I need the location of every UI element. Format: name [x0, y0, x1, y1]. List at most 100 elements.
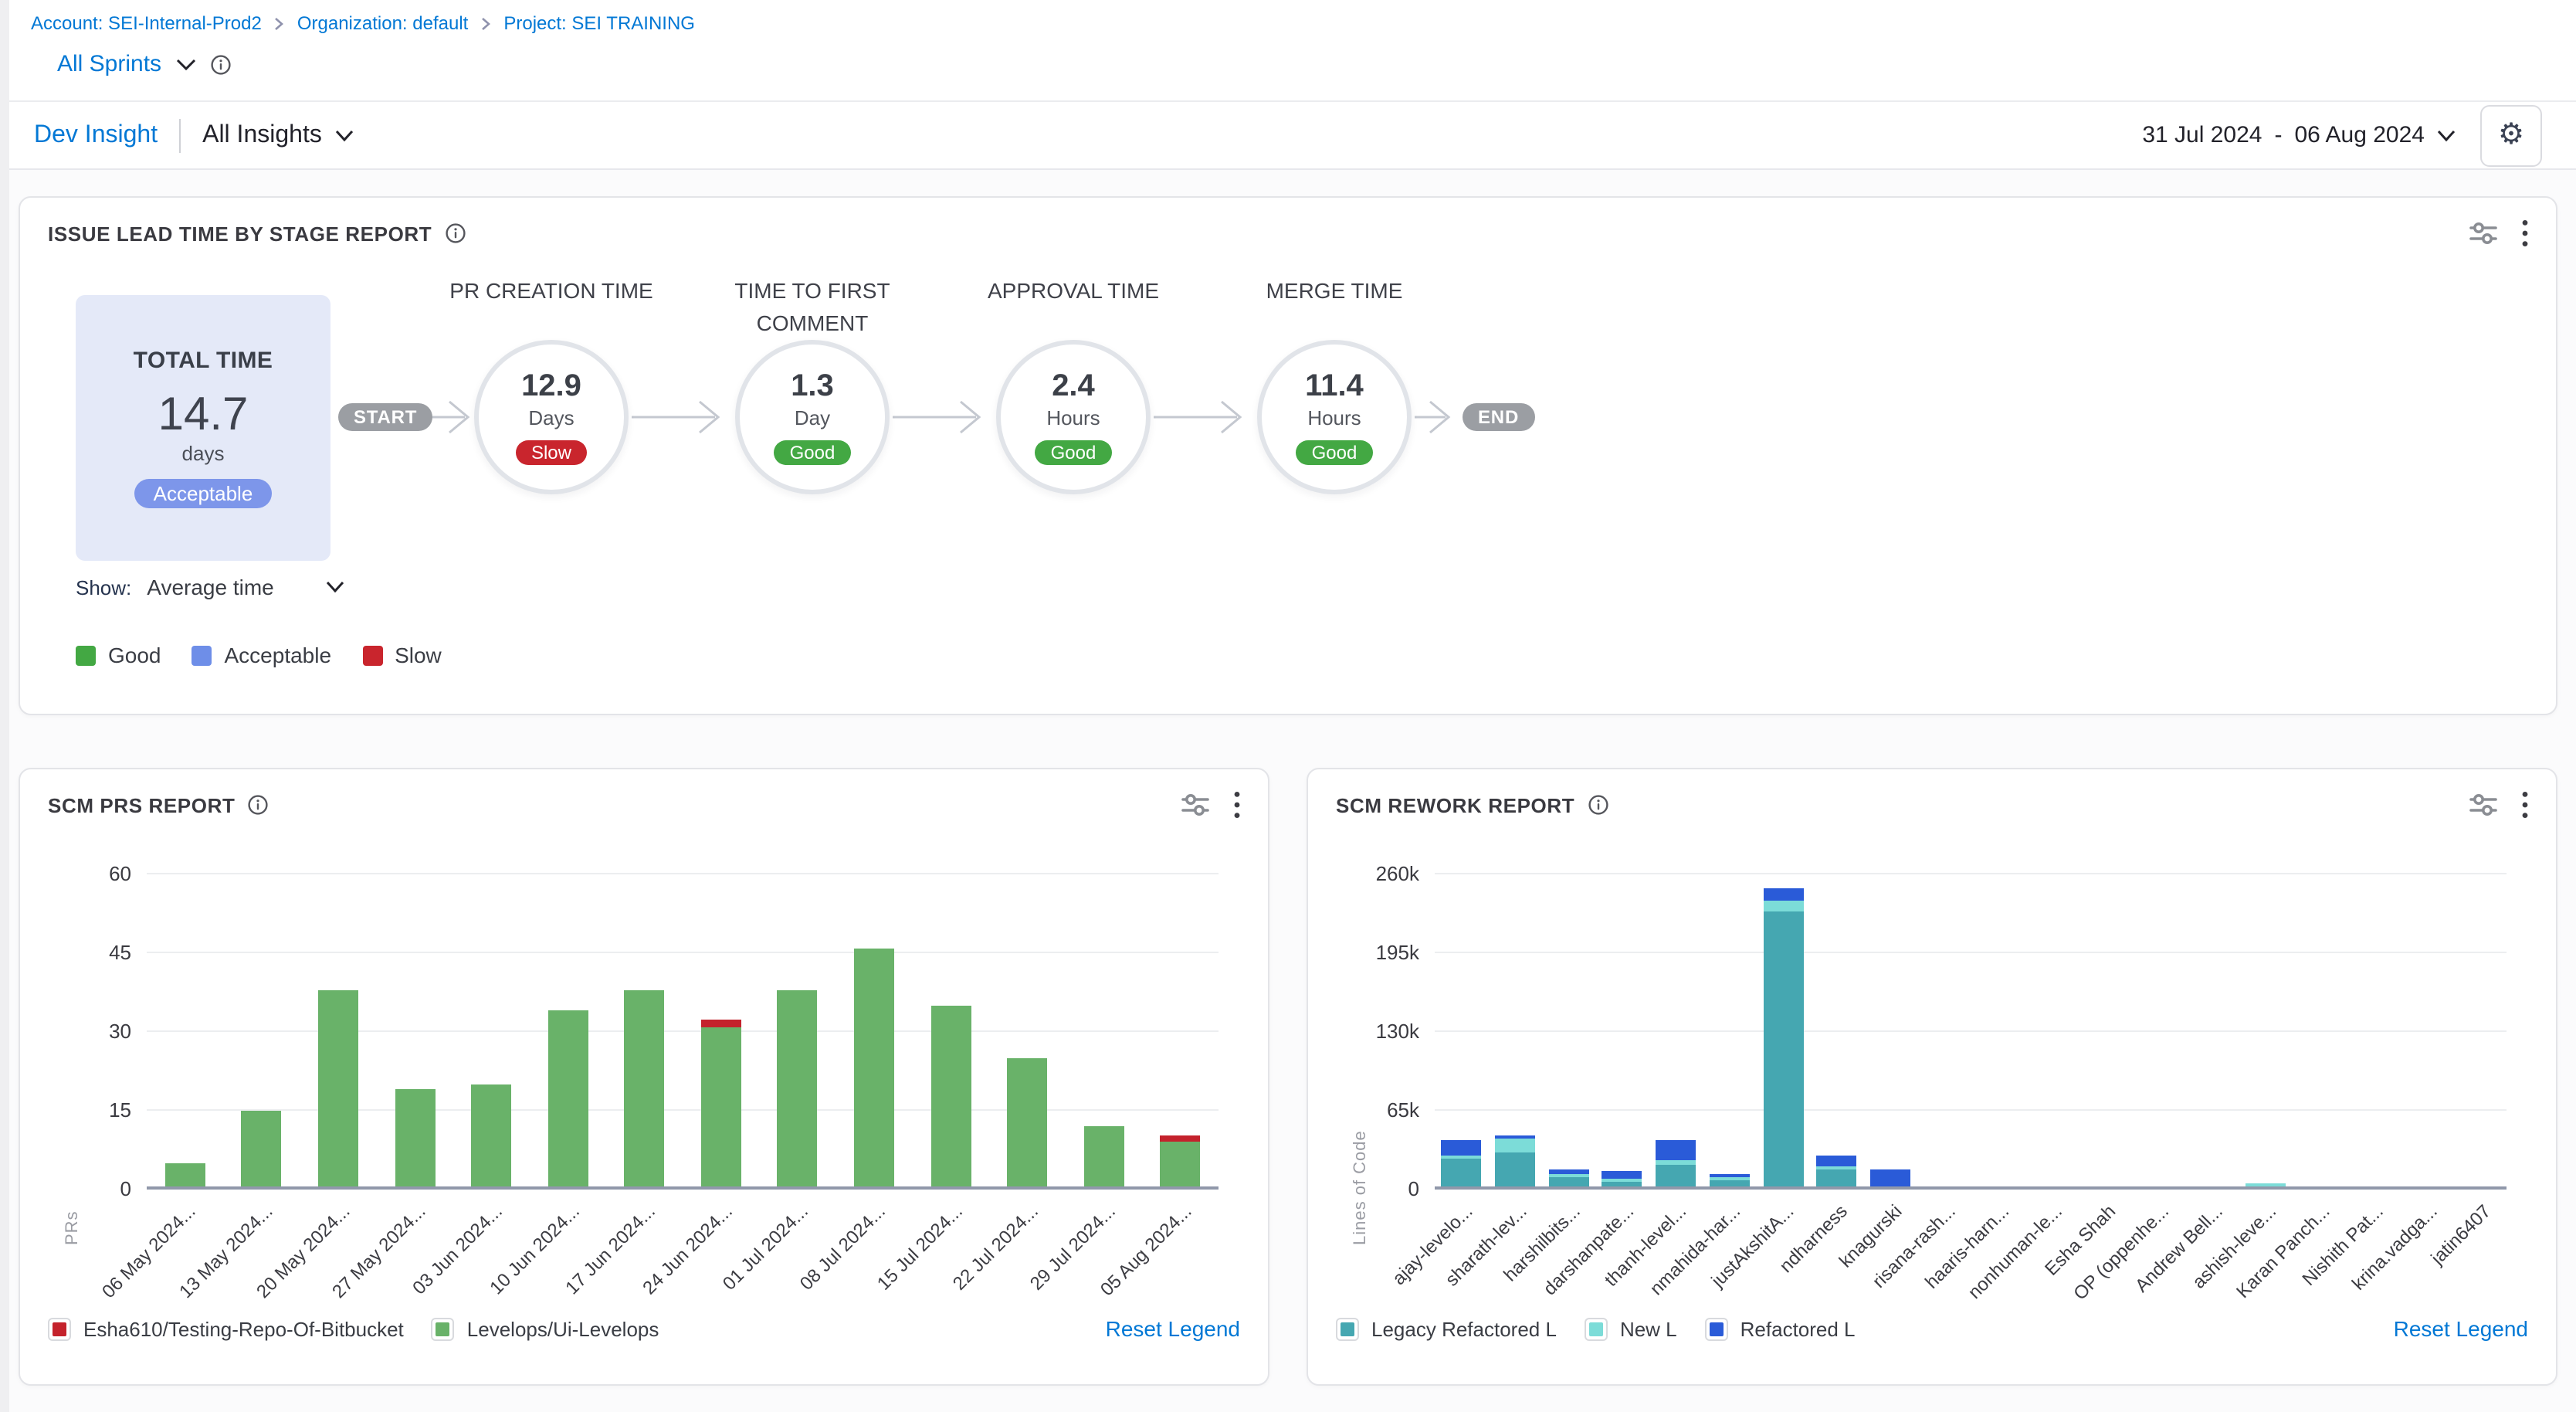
- y-tick-label: 60: [109, 862, 131, 885]
- breadcrumb-account[interactable]: Account: SEI-Internal-Prod2: [31, 12, 262, 34]
- bar[interactable]: [300, 874, 376, 1190]
- kebab-menu-icon: [1234, 791, 1240, 819]
- legend-label: Levelops/Ui-Levelops: [467, 1317, 659, 1340]
- bar[interactable]: [147, 874, 223, 1190]
- bar[interactable]: [2293, 874, 2346, 1190]
- bar[interactable]: [989, 874, 1066, 1190]
- y-tick-label: 30: [109, 1020, 131, 1043]
- stage-node[interactable]: 1.3DayGood: [735, 340, 890, 494]
- bar-stack: [1817, 1155, 1857, 1190]
- legend-item[interactable]: Esha610/Testing-Repo-Of-Bitbucket: [48, 1317, 404, 1340]
- stage-unit: Hours: [1307, 406, 1361, 429]
- bar[interactable]: [2239, 874, 2292, 1190]
- chevron-right-icon: [480, 16, 491, 30]
- bar[interactable]: [1542, 874, 1595, 1190]
- bar[interactable]: [913, 874, 989, 1190]
- bar-segment: [547, 1011, 588, 1190]
- bar[interactable]: [1649, 874, 1703, 1190]
- bar[interactable]: [1595, 874, 1649, 1190]
- bar[interactable]: [2078, 874, 2131, 1190]
- widget-menu-button[interactable]: [2522, 791, 2528, 819]
- widget-filters-button[interactable]: [2469, 221, 2497, 246]
- info-icon[interactable]: [444, 222, 466, 244]
- bar[interactable]: [759, 874, 836, 1190]
- bar[interactable]: [1703, 874, 1756, 1190]
- bar[interactable]: [2024, 874, 2077, 1190]
- bar[interactable]: [606, 874, 683, 1190]
- insights-dropdown-label: All Insights: [202, 121, 322, 149]
- widget-menu-button[interactable]: [2522, 219, 2528, 247]
- info-icon[interactable]: [247, 794, 269, 816]
- bar-stack: [1495, 1135, 1535, 1190]
- bar[interactable]: [683, 874, 759, 1190]
- sliders-icon: [2469, 221, 2497, 246]
- bar[interactable]: [1917, 874, 1971, 1190]
- legend-item[interactable]: Legacy Refactored L: [1336, 1317, 1557, 1340]
- gridline: [1435, 1186, 2507, 1190]
- bar-stack: [1083, 1126, 1124, 1190]
- bar-stack: [701, 1019, 741, 1190]
- legend-item[interactable]: New L: [1585, 1317, 1677, 1340]
- bar[interactable]: [2399, 874, 2452, 1190]
- bar[interactable]: [1756, 874, 1809, 1190]
- y-tick-label: 0: [120, 1177, 131, 1200]
- widget-filters-button[interactable]: [1181, 793, 1209, 817]
- sprint-selector[interactable]: All Sprints: [57, 51, 161, 77]
- bar[interactable]: [1971, 874, 2024, 1190]
- topbar: Account: SEI-Internal-Prod2 Organization…: [0, 0, 2576, 100]
- bar[interactable]: [2346, 874, 2399, 1190]
- stage-label: PR CREATION TIME: [420, 275, 683, 307]
- insights-dropdown[interactable]: All Insights: [202, 121, 354, 149]
- legend-item[interactable]: Refactored L: [1705, 1317, 1856, 1340]
- breadcrumb-organization[interactable]: Organization: default: [297, 12, 469, 34]
- bar[interactable]: [453, 874, 530, 1190]
- stage-node[interactable]: 12.9DaysSlow: [474, 340, 629, 494]
- reset-legend-link[interactable]: Reset Legend: [1106, 1316, 1240, 1341]
- bar-segment: [1442, 1140, 1482, 1156]
- legend-label: New L: [1620, 1317, 1677, 1340]
- settings-button[interactable]: ⚙: [2480, 104, 2542, 166]
- chevron-down-icon[interactable]: [175, 58, 195, 70]
- plot-area: 065k130k195k260k: [1435, 874, 2507, 1190]
- bar-stack: [547, 1011, 588, 1190]
- info-icon[interactable]: [209, 53, 231, 75]
- bar[interactable]: [376, 874, 452, 1190]
- panel-title: ISSUE LEAD TIME BY STAGE REPORT: [48, 222, 432, 245]
- bar[interactable]: [223, 874, 300, 1190]
- legend-item[interactable]: Levelops/Ui-Levelops: [432, 1317, 659, 1340]
- bar[interactable]: [2185, 874, 2239, 1190]
- chevron-down-icon: [336, 129, 354, 141]
- breadcrumb-project[interactable]: Project: SEI TRAINING: [503, 12, 695, 34]
- legend-swatch: [1585, 1317, 1608, 1340]
- scm-rework-chart: Lines of Code 065k130k195k260k ajay-leve…: [1336, 874, 2528, 1316]
- bar[interactable]: [836, 874, 912, 1190]
- bar[interactable]: [530, 874, 606, 1190]
- y-tick-label: 195k: [1376, 941, 1419, 964]
- bar[interactable]: [1488, 874, 1541, 1190]
- reset-legend-link[interactable]: Reset Legend: [2394, 1316, 2528, 1341]
- bars-layer: [1435, 874, 2507, 1190]
- widget-filters-button[interactable]: [2469, 793, 2497, 817]
- bar[interactable]: [1863, 874, 1917, 1190]
- bar[interactable]: [1142, 874, 1219, 1190]
- legend-swatch: [48, 1317, 71, 1340]
- date-end: 06 Aug 2024: [2294, 122, 2425, 148]
- widget-menu-button[interactable]: [1234, 791, 1240, 819]
- bar[interactable]: [2453, 874, 2507, 1190]
- panel-header: ISSUE LEAD TIME BY STAGE REPORT: [48, 219, 2528, 247]
- y-tick-label: 15: [109, 1098, 131, 1122]
- legend-swatch-fill: [1589, 1322, 1603, 1336]
- issue-lead-time-panel: ISSUE LEAD TIME BY STAGE REPORT TOTAL TI…: [19, 196, 2557, 715]
- stage-node[interactable]: 11.4HoursGood: [1257, 340, 1412, 494]
- bar[interactable]: [1435, 874, 1488, 1190]
- info-icon[interactable]: [1587, 794, 1608, 816]
- stage-node[interactable]: 2.4HoursGood: [996, 340, 1151, 494]
- date-range-picker[interactable]: 31 Jul 2024 - 06 Aug 2024: [2142, 122, 2456, 148]
- x-tick: 05 Aug 2024...: [1142, 1193, 1219, 1316]
- bar[interactable]: [1066, 874, 1142, 1190]
- bar-segment: [1442, 1159, 1482, 1190]
- bar[interactable]: [1810, 874, 1863, 1190]
- bar[interactable]: [2131, 874, 2185, 1190]
- insight-title[interactable]: Dev Insight: [34, 121, 158, 149]
- breadcrumb: Account: SEI-Internal-Prod2 Organization…: [31, 12, 2576, 34]
